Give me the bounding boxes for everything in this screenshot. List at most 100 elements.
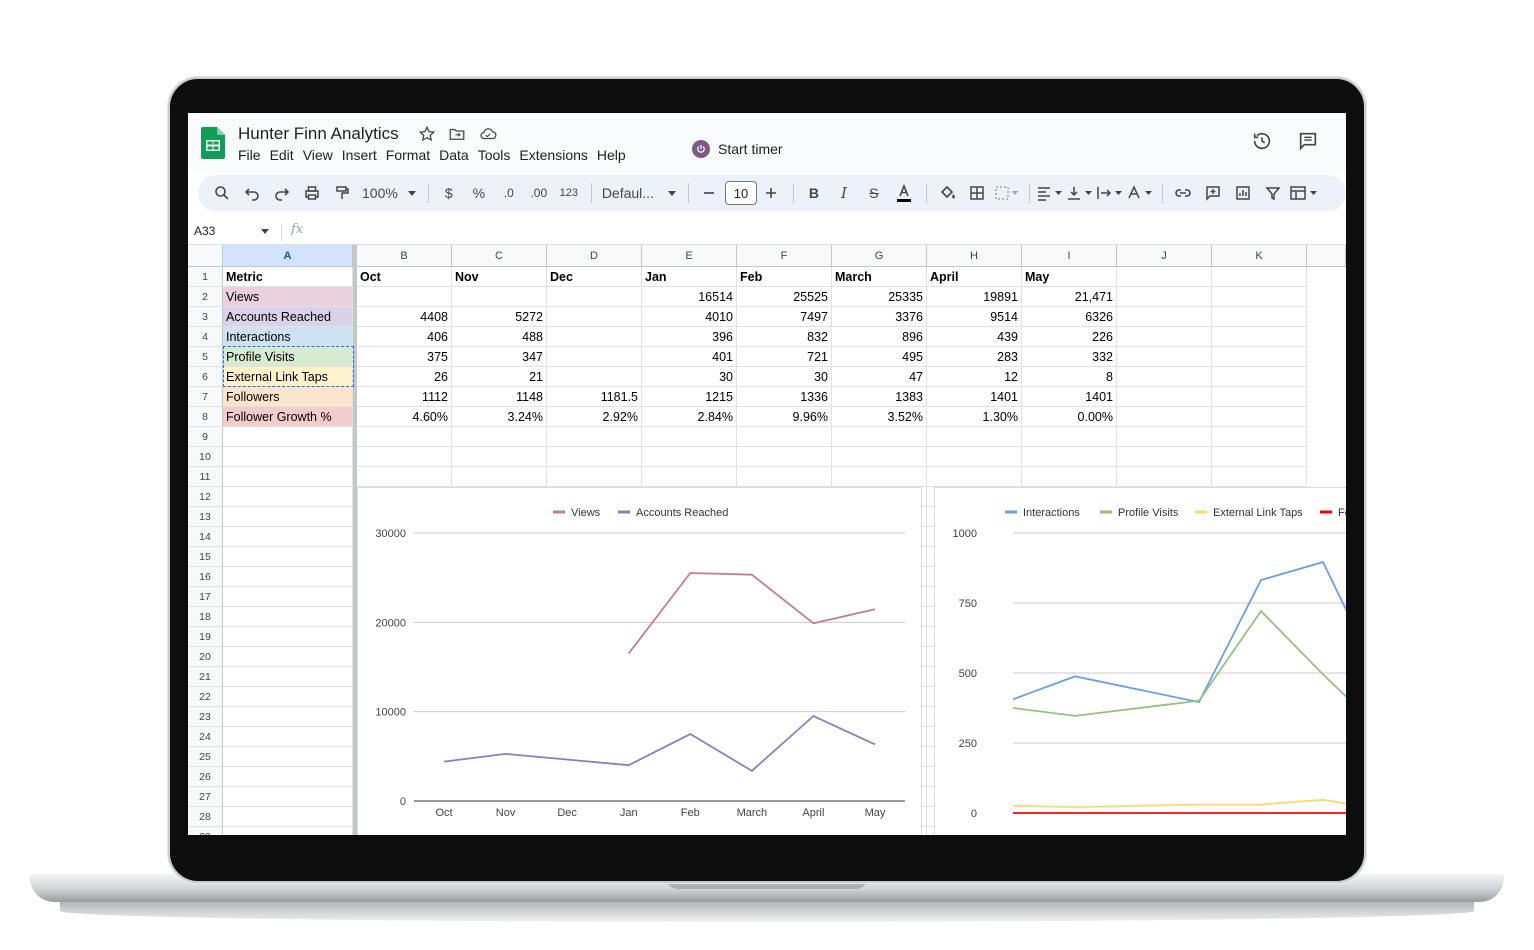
empty-cell[interactable] xyxy=(642,427,737,447)
font-size-increase-icon[interactable] xyxy=(757,179,785,207)
value-cell[interactable]: 4010 xyxy=(642,307,737,327)
value-cell[interactable]: 30 xyxy=(737,367,832,387)
value-cell[interactable]: 3.24% xyxy=(452,407,547,427)
value-cell[interactable] xyxy=(547,367,642,387)
column-header-f[interactable]: F xyxy=(737,245,832,267)
row-header[interactable]: 12 xyxy=(188,487,223,507)
value-cell[interactable]: 347 xyxy=(452,347,547,367)
comments-icon[interactable] xyxy=(1297,130,1319,152)
empty-cell[interactable] xyxy=(1117,447,1212,467)
value-cell[interactable]: 401 xyxy=(642,347,737,367)
empty-cell[interactable] xyxy=(547,447,642,467)
row-header[interactable]: 23 xyxy=(188,707,223,727)
empty-cell[interactable] xyxy=(642,447,737,467)
increase-decimal-button[interactable]: .00 xyxy=(525,179,553,207)
fill-color-icon[interactable] xyxy=(933,179,961,207)
empty-cell[interactable] xyxy=(223,667,353,687)
row-header[interactable]: 20 xyxy=(188,647,223,667)
column-header-g[interactable]: G xyxy=(832,245,927,267)
value-cell[interactable]: 47 xyxy=(832,367,927,387)
metric-label-cell[interactable]: Accounts Reached xyxy=(223,307,353,327)
row-header[interactable]: 19 xyxy=(188,627,223,647)
row-header[interactable]: 2 xyxy=(188,287,223,307)
empty-cell[interactable] xyxy=(1212,287,1307,307)
value-cell[interactable]: 19891 xyxy=(927,287,1022,307)
empty-cell[interactable] xyxy=(1117,367,1212,387)
font-family-select[interactable]: Defaul... xyxy=(598,179,680,207)
row-header[interactable]: 26 xyxy=(188,767,223,787)
menu-help[interactable]: Help xyxy=(597,147,634,163)
empty-cell[interactable] xyxy=(642,467,737,487)
filter-icon[interactable] xyxy=(1259,179,1287,207)
month-header-cell[interactable]: May xyxy=(1022,267,1117,287)
row-header[interactable]: 14 xyxy=(188,527,223,547)
row-header[interactable]: 3 xyxy=(188,307,223,327)
row-header[interactable]: 17 xyxy=(188,587,223,607)
empty-cell[interactable] xyxy=(737,447,832,467)
row-header[interactable]: 25 xyxy=(188,747,223,767)
menu-edit[interactable]: Edit xyxy=(270,147,302,163)
metric-label-cell[interactable]: Profile Visits xyxy=(223,347,353,367)
column-header-i[interactable]: I xyxy=(1022,245,1117,267)
print-icon[interactable] xyxy=(298,179,326,207)
borders-icon[interactable] xyxy=(963,179,991,207)
star-icon[interactable] xyxy=(418,125,436,143)
empty-cell[interactable] xyxy=(223,827,353,835)
vertical-align-icon[interactable] xyxy=(1066,179,1094,207)
metric-label-cell[interactable]: Follower Growth % xyxy=(223,407,353,427)
decrease-decimal-button[interactable]: .0 xyxy=(495,179,523,207)
value-cell[interactable]: 6326 xyxy=(1022,307,1117,327)
value-cell[interactable]: 0.00% xyxy=(1022,407,1117,427)
column-header-d[interactable]: D xyxy=(547,245,642,267)
empty-cell[interactable] xyxy=(547,467,642,487)
value-cell[interactable]: 26 xyxy=(357,367,452,387)
font-size-decrease-icon[interactable] xyxy=(695,179,723,207)
menu-format[interactable]: Format xyxy=(386,147,438,163)
insert-link-icon[interactable] xyxy=(1169,179,1197,207)
empty-cell[interactable] xyxy=(223,567,353,587)
month-header-cell[interactable]: Nov xyxy=(452,267,547,287)
row-header[interactable]: 21 xyxy=(188,667,223,687)
empty-cell[interactable] xyxy=(1212,387,1307,407)
empty-cell[interactable] xyxy=(1212,427,1307,447)
merge-cells-icon[interactable] xyxy=(993,179,1021,207)
column-header-e[interactable]: E xyxy=(642,245,737,267)
value-cell[interactable]: 1.30% xyxy=(927,407,1022,427)
value-cell[interactable] xyxy=(547,347,642,367)
row-header[interactable]: 5 xyxy=(188,347,223,367)
zoom-select[interactable]: 100% xyxy=(358,179,420,207)
value-cell[interactable]: 283 xyxy=(927,347,1022,367)
empty-cell[interactable] xyxy=(223,427,353,447)
value-cell[interactable]: 9.96% xyxy=(737,407,832,427)
chevron-down-icon[interactable] xyxy=(261,229,269,234)
menu-data[interactable]: Data xyxy=(439,147,477,163)
value-cell[interactable]: 7497 xyxy=(737,307,832,327)
empty-cell[interactable] xyxy=(223,507,353,527)
empty-cell[interactable] xyxy=(737,427,832,447)
value-cell[interactable]: 495 xyxy=(832,347,927,367)
value-cell[interactable] xyxy=(547,307,642,327)
redo-icon[interactable] xyxy=(268,179,296,207)
value-cell[interactable]: 721 xyxy=(737,347,832,367)
empty-cell[interactable] xyxy=(832,427,927,447)
start-timer-button[interactable]: Start timer xyxy=(692,140,783,158)
percent-format-button[interactable]: % xyxy=(465,179,493,207)
metric-header-cell[interactable]: Metric xyxy=(223,267,353,287)
empty-cell[interactable] xyxy=(1022,427,1117,447)
value-cell[interactable]: 25335 xyxy=(832,287,927,307)
text-color-icon[interactable] xyxy=(890,179,918,207)
empty-cell[interactable] xyxy=(223,627,353,647)
empty-cell[interactable] xyxy=(452,427,547,447)
row-header[interactable]: 6 xyxy=(188,367,223,387)
empty-cell[interactable] xyxy=(927,427,1022,447)
empty-cell[interactable] xyxy=(1117,387,1212,407)
version-history-icon[interactable] xyxy=(1251,130,1273,152)
empty-cell[interactable] xyxy=(223,587,353,607)
value-cell[interactable]: 896 xyxy=(832,327,927,347)
value-cell[interactable]: 9514 xyxy=(927,307,1022,327)
menu-file[interactable]: File xyxy=(238,147,269,163)
value-cell[interactable] xyxy=(547,287,642,307)
more-formats-button[interactable]: 123 xyxy=(555,179,583,207)
empty-cell[interactable] xyxy=(927,447,1022,467)
sheets-logo-icon[interactable] xyxy=(201,127,225,159)
